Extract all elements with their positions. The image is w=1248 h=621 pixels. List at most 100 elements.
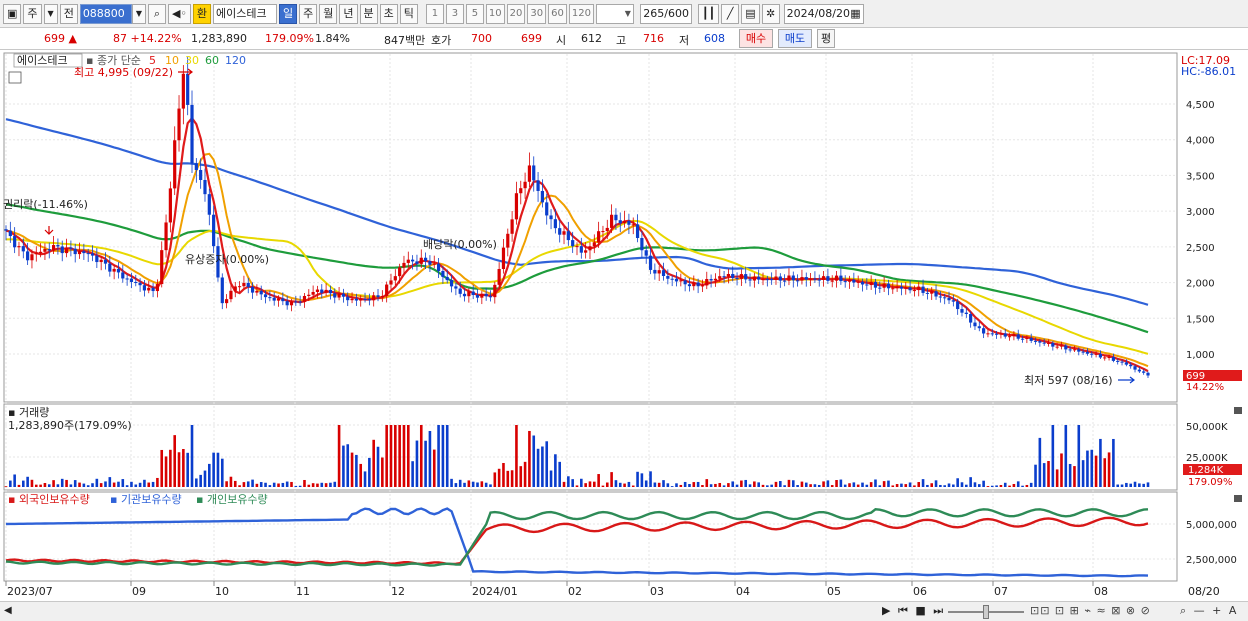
period-tick[interactable]: 틱 bbox=[399, 3, 418, 24]
exchange-toggle[interactable]: 환 bbox=[192, 3, 212, 24]
candle-body bbox=[220, 277, 224, 304]
interval-combo[interactable]: ▼ bbox=[595, 3, 634, 24]
draw-tool-icon[interactable]: ╱ bbox=[721, 3, 740, 24]
bar-count-field[interactable]: 265/600 bbox=[639, 3, 692, 24]
candle-body bbox=[653, 269, 657, 274]
candle-body bbox=[627, 220, 631, 225]
period-second[interactable]: 초 bbox=[379, 3, 398, 24]
candle-body bbox=[804, 277, 808, 280]
drawing-tools[interactable]: ⊡⊡ ⊡ ⊞ ⌁ ≈ ⊠ ⊗ ⊘ bbox=[1030, 604, 1151, 617]
volume-bar bbox=[1047, 461, 1050, 487]
price-y-label: 2,500 bbox=[1186, 243, 1215, 254]
candle-body bbox=[389, 280, 393, 285]
candle-body bbox=[142, 285, 147, 291]
volume-bar bbox=[1029, 482, 1033, 487]
holdings-close-icon[interactable] bbox=[1234, 495, 1242, 502]
volume-bar bbox=[424, 440, 427, 487]
volume-bar bbox=[208, 463, 211, 487]
volume-bar bbox=[99, 483, 103, 487]
candle-body bbox=[592, 242, 596, 247]
candle-body bbox=[1046, 342, 1051, 344]
candle-body bbox=[199, 169, 203, 180]
chart-area[interactable]: 에이스테크 ▪ 종가 단순 5 10 30 60 120 LC:17.09 HC… bbox=[0, 50, 1248, 601]
gear-icon[interactable]: ✲ bbox=[761, 3, 780, 24]
candle-body bbox=[1124, 362, 1128, 365]
date-field[interactable]: 2024/08/20 ▦ bbox=[783, 3, 864, 24]
candle-body bbox=[1146, 372, 1150, 376]
volume-bar bbox=[856, 484, 860, 487]
volume-bar bbox=[861, 482, 864, 487]
bottom-scrollbar[interactable]: ◀ ▶ ⏮ ■ ⏭ ⊡⊡ ⊡ ⊞ ⌁ ≈ ⊠ ⊗ ⊘ ⌕ — + A bbox=[0, 601, 1248, 621]
volume-bar bbox=[160, 449, 164, 487]
period-week[interactable]: 주 bbox=[299, 3, 318, 24]
candle-body bbox=[895, 286, 899, 289]
interval-30[interactable]: 30 bbox=[527, 3, 547, 24]
volume-bar bbox=[670, 486, 674, 487]
volume-bar bbox=[337, 425, 341, 487]
interval-120[interactable]: 120 bbox=[568, 3, 594, 24]
zoom-controls[interactable]: ⌕ — + A bbox=[1180, 604, 1238, 618]
interval-10[interactable]: 10 bbox=[485, 3, 505, 24]
candle-body bbox=[203, 179, 207, 195]
volume-bar bbox=[631, 485, 635, 487]
interval-1[interactable]: 1 bbox=[425, 3, 444, 24]
code-dropdown-icon[interactable]: ▼ bbox=[131, 3, 146, 24]
period-minute[interactable]: 분 bbox=[359, 3, 378, 24]
volume-bar bbox=[394, 425, 397, 487]
playback-controls[interactable]: ▶ ⏮ ■ ⏭ bbox=[882, 604, 945, 618]
candle-body bbox=[960, 309, 964, 313]
candle-body bbox=[510, 219, 514, 234]
calendar-icon[interactable]: ▦ bbox=[850, 5, 860, 23]
save-icon[interactable]: ▤ bbox=[741, 3, 760, 24]
tab-prev[interactable]: 전 bbox=[59, 3, 78, 24]
window-layout-icon[interactable]: ▣ bbox=[3, 3, 22, 24]
volume-bar bbox=[285, 481, 289, 487]
volume-close-icon[interactable] bbox=[1234, 407, 1242, 414]
dropdown-arrow-icon[interactable]: ▼ bbox=[43, 3, 58, 24]
volume-bar bbox=[614, 480, 618, 487]
volume-bar bbox=[986, 486, 990, 487]
volume-bar bbox=[705, 479, 709, 487]
tab-stock[interactable]: 주 bbox=[23, 3, 42, 24]
candle-body bbox=[419, 257, 423, 264]
interval-60[interactable]: 60 bbox=[548, 3, 567, 24]
period-month[interactable]: 월 bbox=[319, 3, 338, 24]
sell-button[interactable]: 매도 bbox=[778, 29, 812, 48]
interval-20[interactable]: 20 bbox=[506, 3, 526, 24]
candle-type-icon[interactable]: ┃┃ bbox=[697, 3, 720, 24]
scroll-left-icon[interactable]: ◀ bbox=[4, 605, 12, 616]
candle-body bbox=[164, 222, 168, 251]
interval-3[interactable]: 3 bbox=[445, 3, 464, 24]
candle-body bbox=[618, 220, 622, 224]
candle-body bbox=[402, 262, 406, 268]
volume-bar bbox=[1081, 460, 1085, 487]
candle-body bbox=[281, 298, 285, 302]
interval-5[interactable]: 5 bbox=[465, 3, 484, 24]
price-y-label: 3,500 bbox=[1186, 171, 1215, 182]
period-year[interactable]: 년 bbox=[339, 3, 358, 24]
candle-body bbox=[986, 333, 990, 335]
period-day[interactable]: 일 bbox=[279, 3, 298, 24]
candle-body bbox=[796, 280, 800, 282]
stock-code-input[interactable] bbox=[79, 3, 132, 24]
candle-body bbox=[744, 274, 748, 280]
speaker-icon[interactable]: ◀◦ bbox=[167, 3, 191, 24]
volume-bar bbox=[930, 483, 934, 487]
candle-body bbox=[523, 181, 527, 189]
candle-body bbox=[562, 231, 566, 235]
volume-bar bbox=[567, 476, 570, 487]
candle-body bbox=[406, 259, 410, 263]
buy-button[interactable]: 매수 bbox=[739, 29, 773, 48]
candle-body bbox=[610, 214, 614, 228]
search-icon[interactable]: ⌕ bbox=[147, 3, 166, 24]
volume-bar bbox=[65, 479, 68, 487]
candle-body bbox=[947, 297, 951, 301]
low-note: 최저 597 (08/16) bbox=[1024, 374, 1113, 387]
eval-button[interactable]: 평 bbox=[817, 29, 835, 48]
candle-body bbox=[994, 333, 999, 335]
volume-bar bbox=[346, 444, 350, 487]
zoom-slider-handle[interactable] bbox=[983, 605, 989, 619]
volume-bar bbox=[39, 484, 42, 487]
table-icon[interactable] bbox=[8, 71, 22, 84]
candle-body bbox=[648, 255, 653, 270]
